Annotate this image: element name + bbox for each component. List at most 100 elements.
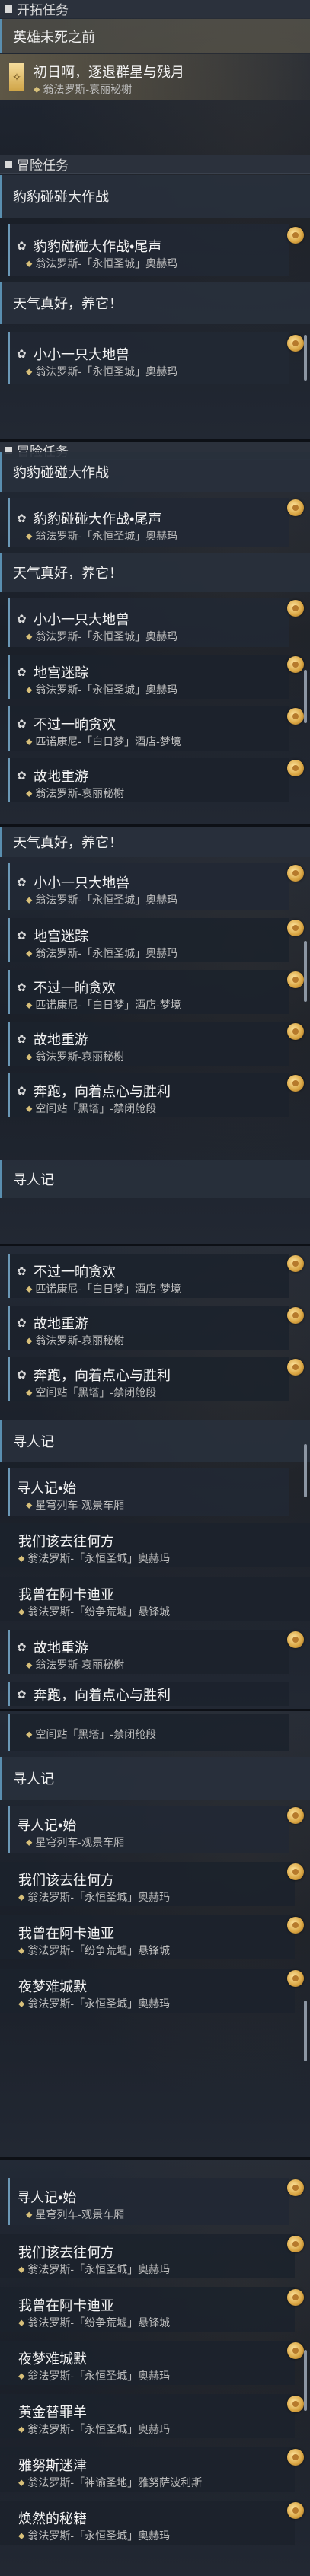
leaf-swirl-icon: ✿ xyxy=(17,1317,27,1330)
quest-item[interactable]: 我们该去往何方 ⬥ 翁法罗斯-「永恒圣城」奥赫玛 xyxy=(0,2231,310,2281)
quest-item[interactable]: ✿ 奔跑，向着点心与胜利 xyxy=(0,1679,310,1709)
quest-group-seek[interactable]: 寻人记 xyxy=(0,1160,310,1198)
group-title: 天气真好，养它！ xyxy=(13,835,123,850)
leaf-swirl-icon: ✿ xyxy=(17,1265,27,1278)
quest-location: ⬥ 翁法罗斯-「永恒圣城」奥赫玛 xyxy=(18,2370,171,2382)
reward-coin-icon xyxy=(287,1307,304,1324)
quest-item[interactable]: 我曾在阿卡迪亚 ⬥ 翁法罗斯-「纷争荒墟」悬锋城 xyxy=(0,1573,310,1624)
reward-coin-icon xyxy=(287,1863,304,1880)
scrollbar-thumb[interactable] xyxy=(304,1444,307,1497)
quest-location: ⬥ 空间站「黑塔」-禁闭舱段 xyxy=(26,1728,157,1740)
quest-panel-frame-4: ✿ 不过一晌贪欢 ⬥ 匹诺康尼-「白日梦」酒店-梦境 ✿ 故地重游 ⬥ 翁法罗斯-哀丽秘… xyxy=(0,1246,310,1709)
quest-location: ⬥ 翁法罗斯-「永恒圣城」奥赫玛 xyxy=(26,947,178,959)
quest-group-seek[interactable]: 寻人记 xyxy=(0,1420,310,1462)
group-title: 豹豹碰碰大作战 xyxy=(13,465,109,480)
quest-item[interactable]: ✿ 小小一只大地兽 ⬥ 翁法罗斯-「永恒圣城」奥赫玛 xyxy=(0,329,310,387)
quest-title: ✿ 不过一晌贪欢 xyxy=(17,980,116,996)
quest-group-pinball[interactable]: 豹豹碰碰大作战 xyxy=(0,175,310,218)
reward-coin-icon xyxy=(287,1970,304,1987)
quest-item[interactable]: 夜梦难城默 ⬥ 翁法罗斯-「永恒圣城」奥赫玛 xyxy=(0,1965,310,2016)
reward-coin-icon xyxy=(287,600,304,617)
section-header-adventure: 冒险任务 xyxy=(0,155,310,174)
leaf-swirl-icon: ✿ xyxy=(17,981,27,994)
quest-title: 寻人记•始 xyxy=(17,1818,77,1833)
quest-item[interactable]: ✿ 故地重游 ⬥ 翁法罗斯-哀丽秘榭 xyxy=(0,1019,310,1069)
quest-group-heroes[interactable]: 英雄未死之前 xyxy=(0,19,310,53)
scrollbar-thumb[interactable] xyxy=(304,670,307,723)
quest-title: 夜梦难城默 xyxy=(18,2351,87,2367)
reward-coin-icon xyxy=(287,971,304,988)
map-pin-icon: ⬥ xyxy=(18,1944,25,1956)
reward-coin-icon xyxy=(287,335,304,352)
quest-group-weather[interactable]: 天气真好，养它！ xyxy=(0,553,310,592)
quest-item[interactable]: ✿ 故地重游 ⬥ 翁法罗斯-哀丽秘榭 xyxy=(0,755,310,805)
quest-item[interactable]: ✿ 豹豹碰碰大作战•尾声 ⬥ 翁法罗斯-「永恒圣城」奥赫玛 xyxy=(0,495,310,550)
quest-item[interactable]: ✿ 奔跑，向着点心与胜利 ⬥ 空间站「黑塔」-禁闭舱段 xyxy=(0,1354,310,1404)
quest-title: 我们该去往何方 xyxy=(18,1873,114,1888)
quest-panel-frame-6: 寻人记•始 ⬥ 星穹列车-观景车厢 我们该去往何方 ⬥ 翁法罗斯-「永恒圣城」奥赫玛… xyxy=(0,2160,310,2576)
scrollbar-thumb[interactable] xyxy=(304,941,307,1002)
leaf-swirl-icon: ✿ xyxy=(17,1369,27,1382)
quest-item[interactable]: 黄金替罪羊 ⬥ 翁法罗斯-「永恒圣城」奥赫玛 xyxy=(0,2391,310,2441)
quest-group-weather[interactable]: 天气真好，养它！ xyxy=(0,282,310,324)
quest-title: ✿ 小小一只大地兽 xyxy=(17,347,129,362)
quest-group-pinball[interactable]: 豹豹碰碰大作战 xyxy=(0,452,310,492)
quest-item[interactable]: 寻人记•始 ⬥ 星穹列车-观景车厢 xyxy=(0,2175,310,2228)
quest-location: ⬥ 翁法罗斯-「永恒圣城」奥赫玛 xyxy=(26,684,178,696)
quest-title: ✿ 地宫迷踪 xyxy=(17,929,88,944)
reward-coin-icon xyxy=(287,1631,304,1648)
map-pin-icon: ⬥ xyxy=(26,735,33,747)
quest-title: 寻人记•始 xyxy=(17,2190,77,2205)
quest-item[interactable]: ✿ 不过一晌贪欢 ⬥ 匹诺康尼-「白日梦」酒店-梦境 xyxy=(0,703,310,754)
scrollbar-thumb[interactable] xyxy=(304,2001,307,2061)
scrollbar-thumb[interactable] xyxy=(304,335,307,381)
quest-item[interactable]: ⬥ 空间站「黑塔」-禁闭舱段 xyxy=(0,1711,310,1754)
map-pin-icon: ⬥ xyxy=(26,787,33,799)
quest-panel-frame-2: 冒险任务 豹豹碰碰大作战 ✿豹豹碰碰大作战•尾声 ⬥翁法罗斯-「永恒圣城」奥赫玛… xyxy=(0,442,310,824)
quest-group-weather[interactable]: 天气真好，养它！ xyxy=(0,827,310,857)
quest-item[interactable]: ✿ 故地重游 ⬥ 翁法罗斯-哀丽秘榭 xyxy=(0,1302,310,1353)
scrollbar-thumb[interactable] xyxy=(304,2350,307,2411)
quest-item[interactable]: ✿ 不过一晌贪欢 ⬥ 匹诺康尼-「白日梦」酒店-梦境 xyxy=(0,967,310,1017)
quest-item-dawn[interactable]: ✧ 初日啊，逐退群星与残月 ⬥ 翁法罗斯-哀丽秘榭 xyxy=(0,54,310,100)
leaf-swirl-icon: ✿ xyxy=(17,929,27,942)
group-title: 天气真好，养它！ xyxy=(13,566,123,581)
quest-item[interactable]: ✿ 故地重游 ⬥ 翁法罗斯-哀丽秘榭 xyxy=(0,1627,310,1677)
quest-title: ✿ 奔跑，向着点心与胜利 xyxy=(17,1084,171,1099)
map-pin-icon: ⬥ xyxy=(26,1836,33,1848)
reward-coin-icon xyxy=(287,227,304,244)
quest-item[interactable]: 我曾在阿卡迪亚 ⬥ 翁法罗斯-「纷争荒墟」悬锋城 xyxy=(0,2284,310,2335)
quest-group-seek[interactable]: 寻人记 xyxy=(0,1757,310,1800)
quest-title: 我们该去往何方 xyxy=(18,1534,114,1549)
map-pin-icon: ⬥ xyxy=(18,2530,25,2541)
quest-item[interactable]: ✿ 地宫迷踪 ⬥ 翁法罗斯-「永恒圣城」奥赫玛 xyxy=(0,652,310,702)
quest-item[interactable]: 寻人记•始 ⬥ 星穹列车-观景车厢 xyxy=(0,1465,310,1519)
quest-item[interactable]: ✿ 奔跑，向着点心与胜利 ⬥ 空间站「黑塔」-禁闭舱段 xyxy=(0,1070,310,1121)
map-pin-icon: ⬥ xyxy=(26,365,33,377)
section-title: 开拓任务 xyxy=(17,3,69,18)
quest-item[interactable]: 我们该去往何方 ⬥ 翁法罗斯-「永恒圣城」奥赫玛 xyxy=(0,1859,310,1909)
quest-location: ⬥ 空间站「黑塔」-禁闭舱段 xyxy=(26,1102,157,1114)
quest-location: ⬥ 翁法罗斯-「永恒圣城」奥赫玛 xyxy=(26,530,178,542)
map-pin-icon: ⬥ xyxy=(26,1499,33,1510)
quest-item[interactable]: 寻人记•始 ⬥ 星穹列车-观景车厢 xyxy=(0,1803,310,1856)
map-pin-icon: ⬥ xyxy=(26,1386,33,1398)
quest-item[interactable]: 我们该去往何方 ⬥ 翁法罗斯-「永恒圣城」奥赫玛 xyxy=(0,1520,310,1570)
quest-item[interactable]: ✿ 不过一晌贪欢 ⬥ 匹诺康尼-「白日梦」酒店-梦境 xyxy=(0,1251,310,1301)
trailblaze-badge-icon: ✧ xyxy=(9,63,24,91)
quest-location: ⬥ 空间站「黑塔」-禁闭舱段 xyxy=(26,1386,157,1398)
map-pin-icon: ⬥ xyxy=(26,1102,33,1114)
quest-item[interactable]: 雅努斯迷津 ⬥ 翁法罗斯-「神谕圣地」雅努萨波利斯 xyxy=(0,2444,310,2495)
quest-item[interactable]: 我曾在阿卡迪亚 ⬥ 翁法罗斯-「纷争荒墟」悬锋城 xyxy=(0,1912,310,1962)
quest-item[interactable]: ✿ 豹豹碰碰大作战•尾声 ⬥ 翁法罗斯-「永恒圣城」奥赫玛 xyxy=(0,221,310,279)
quest-item[interactable]: 夜梦难城默 ⬥ 翁法罗斯-「永恒圣城」奥赫玛 xyxy=(0,2338,310,2388)
quest-item[interactable]: ✿ 地宫迷踪 ⬥ 翁法罗斯-「永恒圣城」奥赫玛 xyxy=(0,915,310,965)
quest-panel-frame-1: 开拓任务 英雄未死之前 ✧ 初日啊，逐退群星与残月 ⬥ 翁法罗斯-哀丽秘榭 冒险任… xyxy=(0,0,310,439)
leaf-swirl-icon: ✿ xyxy=(17,1688,27,1701)
map-pin-icon: ⬥ xyxy=(26,630,33,642)
quest-title: ✿ 不过一晌贪欢 xyxy=(17,717,116,732)
quest-item[interactable]: 焕然的秘籍 ⬥ 翁法罗斯-「永恒圣城」奥赫玛 xyxy=(0,2498,310,2548)
quest-item[interactable]: ✿ 小小一只大地兽 ⬥ 翁法罗斯-「永恒圣城」奥赫玛 xyxy=(0,595,310,650)
quest-title: ✿ 故地重游 xyxy=(17,1640,88,1656)
quest-item[interactable]: ✿ 小小一只大地兽 ⬥ 翁法罗斯-「永恒圣城」奥赫玛 xyxy=(0,860,310,913)
